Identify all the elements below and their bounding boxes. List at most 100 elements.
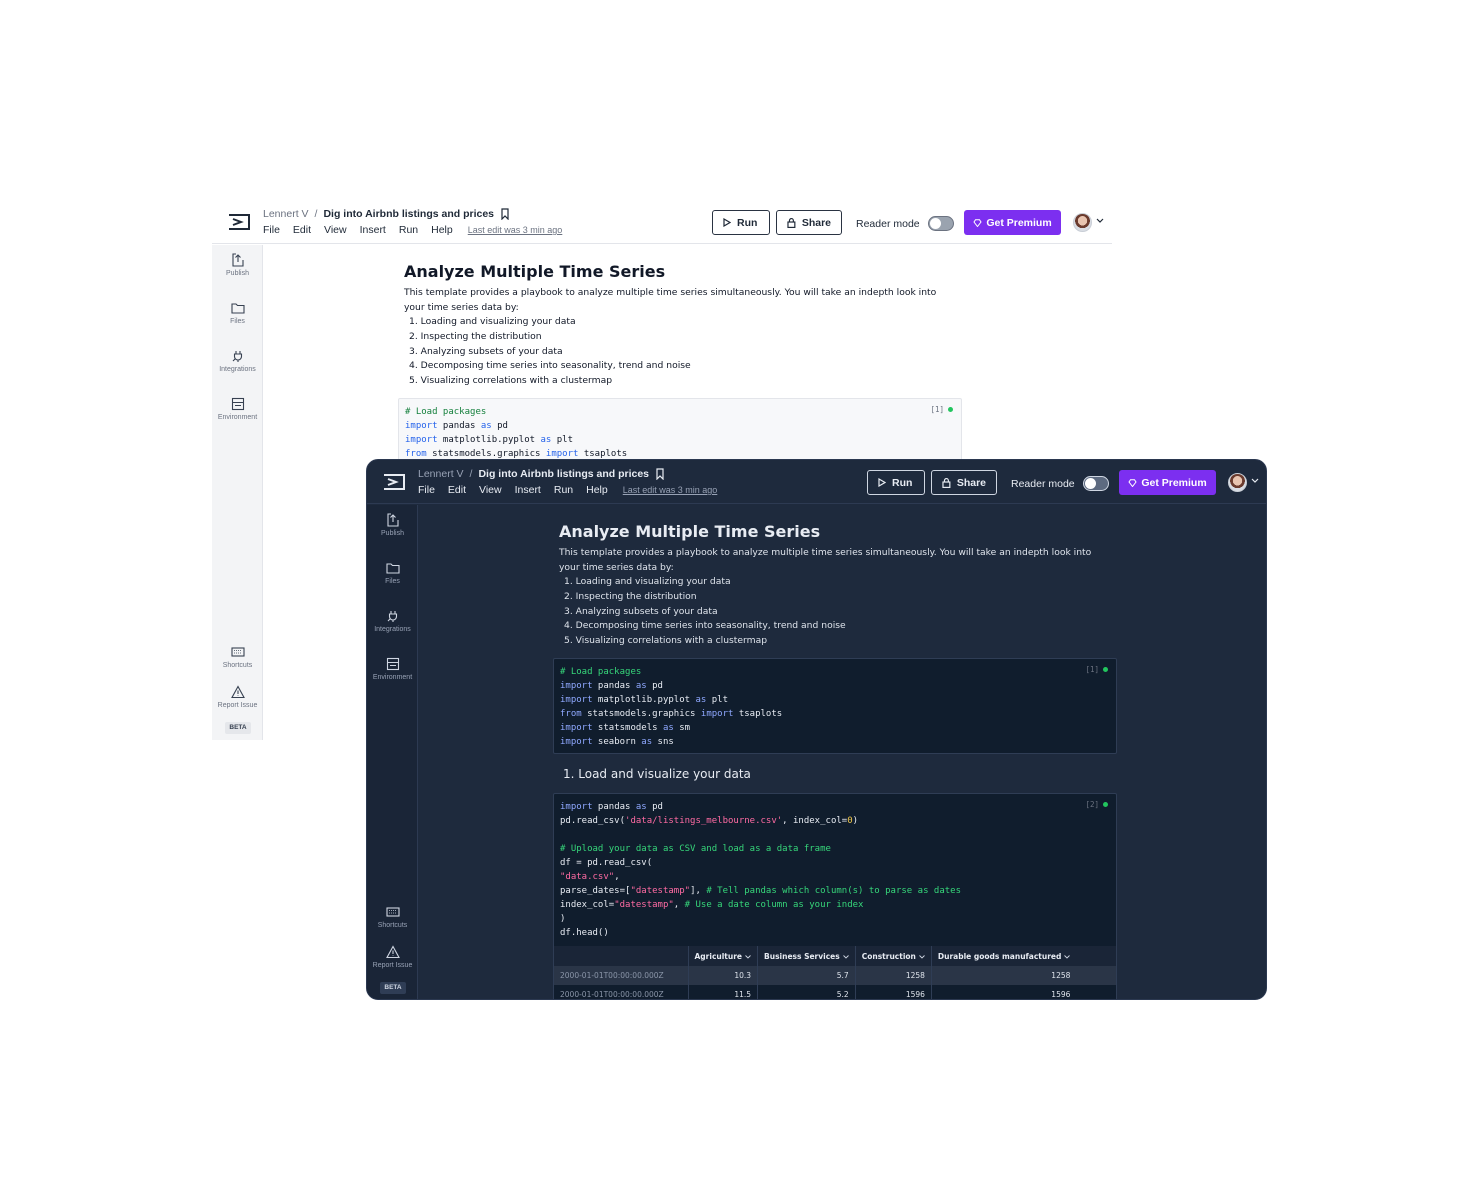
status-dot bbox=[1103, 802, 1108, 807]
chevron-down-icon bbox=[842, 954, 849, 959]
sidebar-item-label: Integrations bbox=[374, 626, 411, 633]
premium-label: Get Premium bbox=[986, 216, 1052, 229]
dataframe-table: Agriculture Business Services Constructi… bbox=[554, 946, 1116, 999]
sidebar-item-label: Publish bbox=[381, 530, 404, 537]
sidebar-item-label: Files bbox=[230, 318, 245, 325]
menu-file[interactable]: File bbox=[263, 224, 280, 236]
get-premium-button[interactable]: Get Premium bbox=[1119, 470, 1216, 495]
column-header[interactable]: Business Services bbox=[757, 946, 856, 966]
plug-icon bbox=[387, 611, 397, 622]
list-item: 4. Decomposing time series into seasonal… bbox=[564, 620, 846, 632]
dark-notebook-window: Lennert V / Dig into Airbnb listings and… bbox=[366, 459, 1267, 1000]
breadcrumb-separator: / bbox=[469, 468, 473, 480]
run-button[interactable]: Run bbox=[867, 470, 925, 495]
menu-view[interactable]: View bbox=[479, 484, 502, 496]
last-edit-link[interactable]: Last edit was 3 min ago bbox=[623, 485, 718, 495]
bookmark-icon[interactable] bbox=[500, 208, 510, 220]
sidebar-item-publish[interactable]: Publish bbox=[212, 253, 263, 277]
code-cell-2[interactable]: [2] import pandas as pd pd.read_csv('dat… bbox=[553, 793, 1117, 999]
table-cell: 11.5 bbox=[687, 985, 758, 999]
top-bar: Lennert V / Dig into Airbnb listings and… bbox=[367, 460, 1266, 504]
menu-insert[interactable]: Insert bbox=[515, 484, 541, 496]
run-button-label: Run bbox=[737, 216, 758, 229]
reader-mode-label: Reader mode bbox=[856, 217, 920, 230]
keyboard-icon bbox=[385, 907, 400, 917]
reader-mode-toggle[interactable] bbox=[927, 216, 954, 231]
sidebar-item-files[interactable]: Files bbox=[212, 301, 263, 325]
sidebar-item-integrations[interactable]: Integrations bbox=[212, 349, 263, 373]
sidebar-item-files[interactable]: Files bbox=[367, 561, 418, 585]
sidebar-item-report-issue[interactable]: Report Issue bbox=[367, 945, 418, 969]
sidebar-item-report-issue[interactable]: Report Issue bbox=[212, 685, 263, 709]
list-item: 4. Decomposing time series into seasonal… bbox=[409, 360, 691, 372]
sidebar-item-environment[interactable]: Environment bbox=[212, 397, 263, 421]
share-button-label: Share bbox=[801, 216, 831, 229]
lock-icon bbox=[942, 477, 951, 488]
menu-insert[interactable]: Insert bbox=[360, 224, 386, 236]
column-header[interactable]: Agriculture bbox=[687, 946, 758, 966]
app-logo-icon[interactable] bbox=[228, 214, 250, 230]
menu-view[interactable]: View bbox=[324, 224, 347, 236]
menu-help[interactable]: Help bbox=[431, 224, 453, 236]
column-header[interactable]: Durable goods manufactured bbox=[930, 946, 1077, 966]
steps-list: 1. Loading and visualizing your data 2. … bbox=[409, 315, 964, 389]
chevron-down-icon[interactable] bbox=[1251, 478, 1259, 484]
code-cell-1[interactable]: [1] # Load packages import pandas as pd … bbox=[398, 398, 962, 468]
chevron-down-icon bbox=[1064, 954, 1071, 959]
code-cell-1[interactable]: [1] # Load packages import pandas as pd … bbox=[553, 658, 1117, 754]
sidebar-item-label: Environment bbox=[372, 674, 413, 681]
page-title: Analyze Multiple Time Series bbox=[404, 262, 666, 281]
get-premium-button[interactable]: Get Premium bbox=[964, 210, 1061, 235]
notebook-title[interactable]: Dig into Airbnb listings and prices bbox=[478, 468, 649, 480]
list-item: 5. Visualizing correlations with a clust… bbox=[409, 375, 613, 387]
menu-file[interactable]: File bbox=[418, 484, 435, 496]
sidebar-item-integrations[interactable]: Integrations bbox=[367, 609, 418, 633]
sidebar-item-publish[interactable]: Publish bbox=[367, 513, 418, 537]
sidebar-item-shortcuts[interactable]: Shortcuts bbox=[367, 905, 418, 929]
menu-edit[interactable]: Edit bbox=[448, 484, 466, 496]
code-block: # Load packages import pandas as pd impo… bbox=[560, 667, 783, 747]
list-item: 1. Loading and visualizing your data bbox=[564, 576, 731, 587]
avatar[interactable] bbox=[1073, 213, 1092, 232]
sidebar-item-label: Integrations bbox=[219, 366, 256, 373]
diamond-icon bbox=[973, 218, 982, 227]
cell-execution-tag: [1] bbox=[1085, 665, 1108, 674]
column-header[interactable]: Construction bbox=[854, 946, 932, 966]
menu-run[interactable]: Run bbox=[554, 484, 573, 496]
code-block: import pandas as pd pd.read_csv('data/li… bbox=[560, 802, 961, 938]
list-item: 3. Analyzing subsets of your data bbox=[409, 345, 563, 357]
notebook-title[interactable]: Dig into Airbnb listings and prices bbox=[323, 208, 494, 220]
list-item: 2. Inspecting the distribution bbox=[564, 590, 697, 602]
bookmark-icon[interactable] bbox=[655, 468, 665, 480]
reader-mode-toggle[interactable] bbox=[1082, 476, 1109, 491]
keyboard-icon bbox=[230, 647, 245, 657]
notebook-content: Analyze Multiple Time Series This templa… bbox=[404, 262, 964, 389]
cell-execution-tag: [2] bbox=[1085, 800, 1108, 809]
top-bar: Lennert V / Dig into Airbnb listings and… bbox=[212, 200, 1112, 244]
premium-label: Get Premium bbox=[1141, 476, 1207, 489]
share-button[interactable]: Share bbox=[931, 470, 997, 495]
publish-icon bbox=[386, 513, 399, 527]
table-row: 2000-01-01T00:00:00.000Z 11.5 5.2 1596 1… bbox=[554, 985, 1116, 999]
menu-help[interactable]: Help bbox=[586, 484, 608, 496]
table-cell: 1258 bbox=[930, 966, 1077, 985]
breadcrumb-user[interactable]: Lennert V bbox=[418, 468, 464, 480]
table-cell: 5.2 bbox=[757, 985, 856, 999]
list-item: 3. Analyzing subsets of your data bbox=[564, 605, 718, 617]
last-edit-link[interactable]: Last edit was 3 min ago bbox=[468, 225, 563, 235]
share-button[interactable]: Share bbox=[776, 210, 842, 235]
sidebar-item-label: Files bbox=[385, 578, 400, 585]
chevron-down-icon[interactable] bbox=[1096, 218, 1104, 224]
list-item: 5. Visualizing correlations with a clust… bbox=[564, 635, 768, 647]
run-button[interactable]: Run bbox=[712, 210, 770, 235]
sidebar-item-shortcuts[interactable]: Shortcuts bbox=[212, 645, 263, 669]
breadcrumb-user[interactable]: Lennert V bbox=[263, 208, 309, 220]
sidebar-item-environment[interactable]: Environment bbox=[367, 657, 418, 681]
status-dot bbox=[1103, 667, 1108, 672]
menu-run[interactable]: Run bbox=[399, 224, 418, 236]
app-logo-icon[interactable] bbox=[383, 474, 405, 490]
sidebar: Publish Files Integrations Environment S… bbox=[212, 245, 263, 740]
table-cell: 5.7 bbox=[757, 966, 856, 985]
menu-edit[interactable]: Edit bbox=[293, 224, 311, 236]
avatar[interactable] bbox=[1228, 473, 1247, 492]
